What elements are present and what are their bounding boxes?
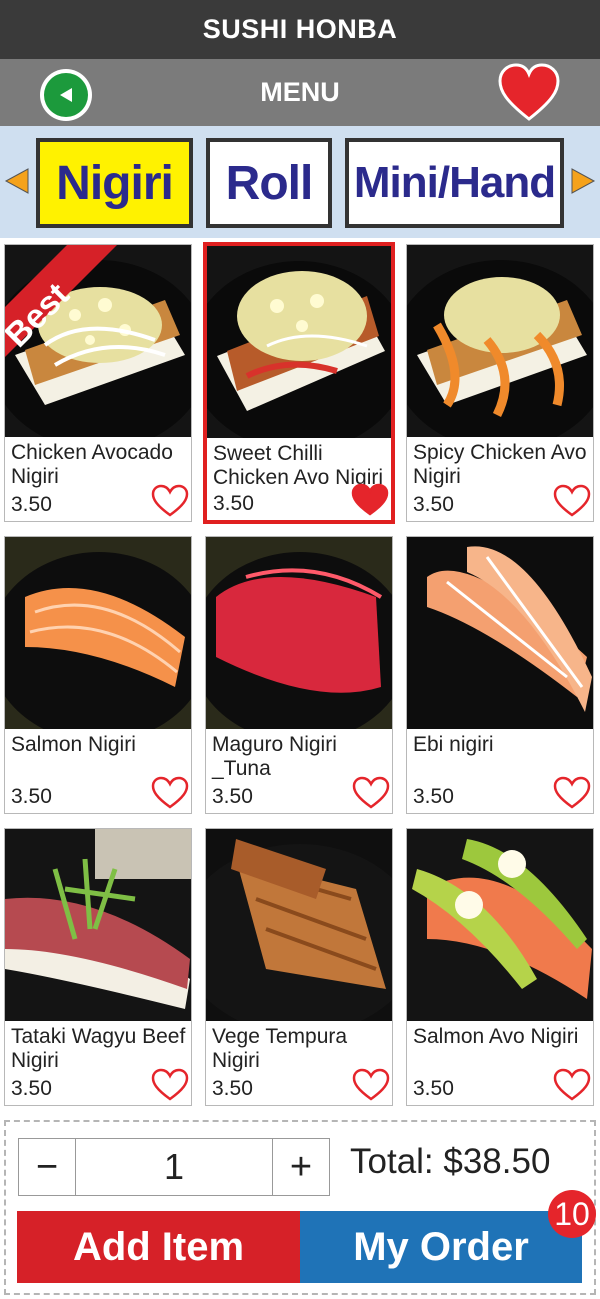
heart-outline-icon[interactable] <box>352 776 390 810</box>
tab-mini-hand[interactable]: Mini/Hand <box>345 138 564 228</box>
menu-item-card-selected[interactable]: Sweet Chilli Chicken Avo Nigiri 3.50 <box>203 242 395 524</box>
triangle-right-icon <box>571 168 596 194</box>
order-count-badge: 10 <box>548 1190 596 1238</box>
favorites-button[interactable] <box>498 63 560 123</box>
heart-outline-icon[interactable] <box>151 776 189 810</box>
heart-outline-icon[interactable] <box>553 776 591 810</box>
item-price: 3.50 <box>413 785 454 808</box>
add-item-button[interactable]: Add Item <box>17 1211 300 1283</box>
item-name: Maguro Nigiri _Tuna <box>212 733 337 780</box>
tab-roll[interactable]: Roll <box>206 138 332 228</box>
increment-button[interactable]: + <box>273 1139 329 1195</box>
menu-item-card[interactable]: Salmon Nigiri 3.50 <box>4 536 192 814</box>
menu-bar: MENU <box>0 59 600 126</box>
food-photo <box>206 537 392 729</box>
heart-outline-icon[interactable] <box>553 484 591 518</box>
menu-item-card[interactable]: Vege Tempura Nigiri 3.50 <box>205 828 393 1106</box>
food-photo <box>407 537 593 729</box>
tab-nigiri[interactable]: Nigiri <box>36 138 193 228</box>
menu-item-card[interactable]: Spicy Chicken Avo Nigiri 3.50 <box>406 244 594 522</box>
menu-item-card[interactable]: Best Chicken Avocado Nigiri 3.50 <box>4 244 192 522</box>
app-screen: SUSHI HONBA MENU Nigiri Roll Mini/Hand B… <box>0 0 600 1299</box>
food-photo <box>407 829 593 1021</box>
menu-item-card[interactable]: Ebi nigiri 3.50 <box>406 536 594 814</box>
back-button[interactable] <box>40 69 92 121</box>
item-price: 3.50 <box>413 493 454 516</box>
item-name: Spicy Chicken Avo Nigiri <box>413 441 587 488</box>
heart-outline-icon[interactable] <box>352 1068 390 1102</box>
quantity-stepper: − 1 + <box>18 1138 330 1196</box>
item-price: 3.50 <box>212 1077 253 1100</box>
scroll-right-button[interactable] <box>568 166 598 196</box>
menu-item-card[interactable]: Tataki Wagyu Beef Nigiri 3.50 <box>4 828 192 1106</box>
app-title: SUSHI HONBA <box>0 0 600 59</box>
heart-outline-icon[interactable] <box>151 484 189 518</box>
item-name: Ebi nigiri <box>413 733 494 756</box>
heart-icon <box>498 63 560 121</box>
item-price: 3.50 <box>11 785 52 808</box>
triangle-left-icon <box>4 168 29 194</box>
heart-outline-icon[interactable] <box>553 1068 591 1102</box>
back-arrow-icon <box>44 73 88 117</box>
item-name: Salmon Avo Nigiri <box>413 1025 579 1048</box>
heart-outline-icon[interactable] <box>151 1068 189 1102</box>
order-total: Total: $38.50 <box>350 1142 551 1181</box>
item-name: Tataki Wagyu Beef Nigiri <box>11 1025 186 1072</box>
item-name: Salmon Nigiri <box>11 733 136 756</box>
menu-item-card[interactable]: Maguro Nigiri _Tuna 3.50 <box>205 536 393 814</box>
food-photo <box>207 246 391 438</box>
quantity-value[interactable]: 1 <box>75 1139 273 1195</box>
my-order-button[interactable]: My Order <box>300 1211 582 1283</box>
decrement-button[interactable]: − <box>19 1139 75 1195</box>
food-photo <box>206 829 392 1021</box>
scroll-left-button[interactable] <box>2 166 32 196</box>
best-badge: Best <box>5 245 135 375</box>
item-price: 3.50 <box>212 785 253 808</box>
item-name: Vege Tempura Nigiri <box>212 1025 348 1072</box>
category-bar: Nigiri Roll Mini/Hand <box>0 126 600 238</box>
menu-item-card[interactable]: Salmon Avo Nigiri 3.50 <box>406 828 594 1106</box>
item-price: 3.50 <box>11 1077 52 1100</box>
food-photo <box>5 537 191 729</box>
item-price: 3.50 <box>413 1077 454 1100</box>
heart-filled-icon[interactable] <box>351 483 389 517</box>
food-photo <box>5 829 191 1021</box>
item-name: Chicken Avocado Nigiri <box>11 441 173 488</box>
food-photo <box>407 245 593 437</box>
item-price: 3.50 <box>11 493 52 516</box>
item-price: 3.50 <box>213 492 254 515</box>
menu-title: MENU <box>260 77 340 107</box>
